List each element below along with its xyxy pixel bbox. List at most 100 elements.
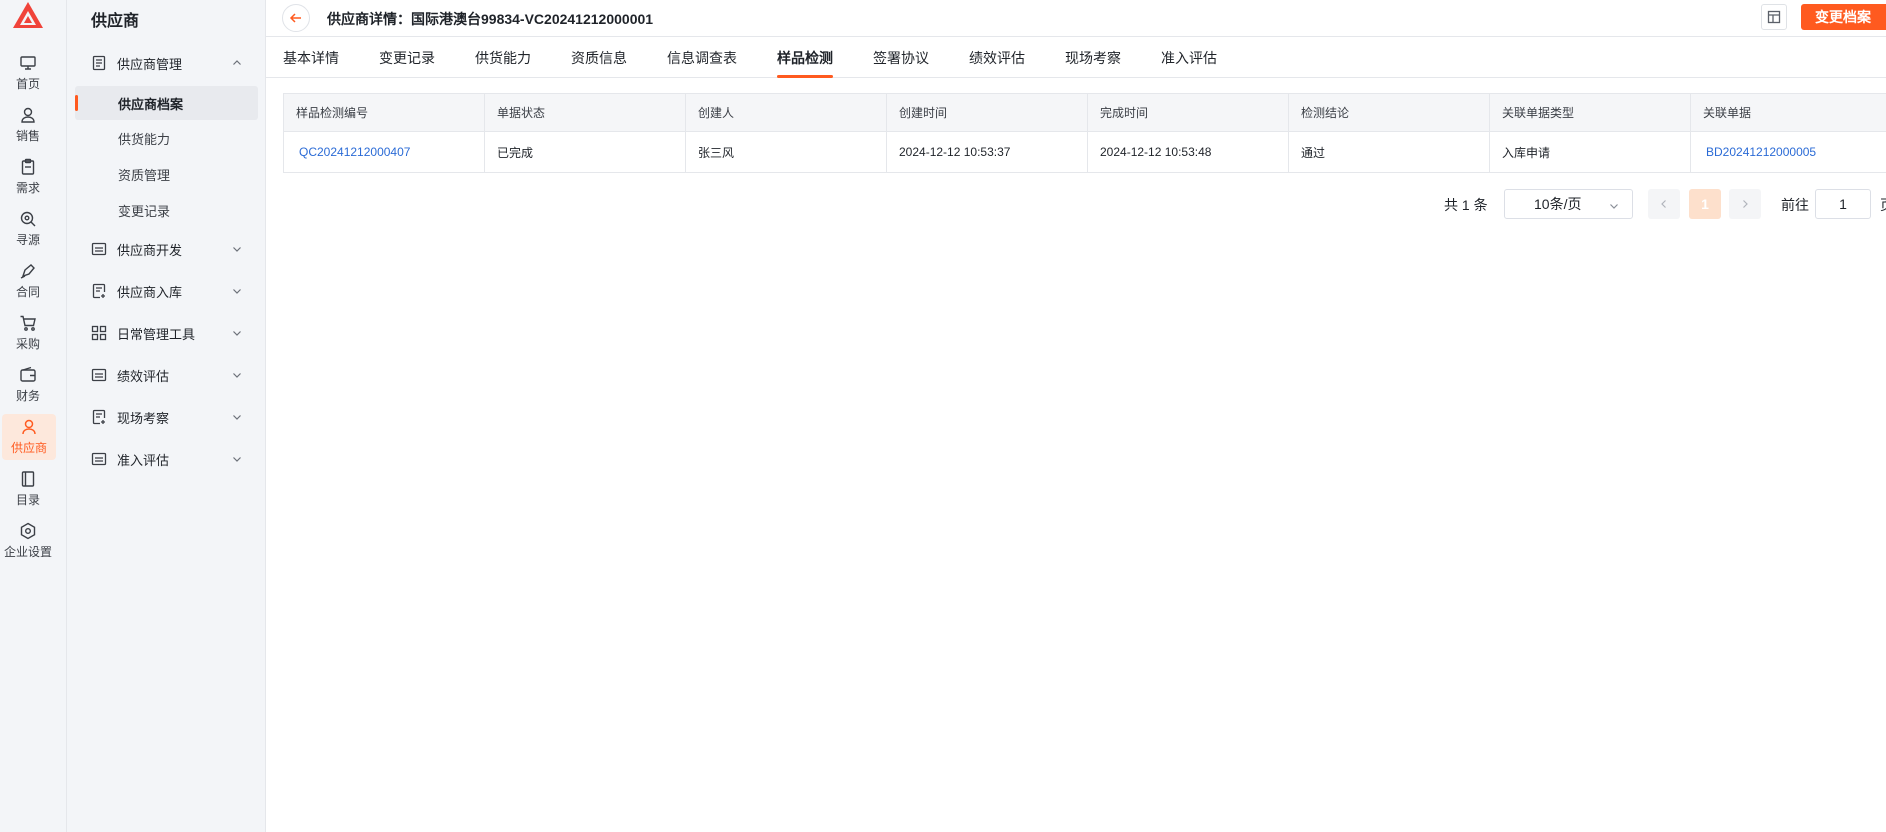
rail-item-contract[interactable]: 合同 [0,258,56,304]
sidebar-group-label: 现场考察 [117,410,170,426]
table-cell: 通过 [1289,132,1490,172]
table-header-cell: 创建人 [686,94,887,131]
pagination-total: 共 1 条 [1444,197,1488,213]
tab-change-record[interactable]: 变更记录 [379,38,435,78]
card-icon [91,452,107,466]
related-document-link[interactable]: BD20241212000005 [1703,145,1816,159]
sidebar-item-supplier-archive[interactable]: 供应商档案 [75,86,258,120]
sidebar-group-performance[interactable]: 绩效评估 [67,360,266,390]
table-cell: QC20241212000407 [284,132,485,172]
table-header-cell: 关联单据类型 [1490,94,1691,131]
cart-icon [20,315,36,331]
table-header-cell: 样品检测编号 [284,94,485,131]
tab-qualification[interactable]: 资质信息 [571,38,627,78]
rail-item-sales[interactable]: 销售 [0,102,56,148]
page-header: 供应商详情：国际港澳台99834-VC20241212000001 变更档案 [266,0,1886,37]
tab-site-inspection[interactable]: 现场考察 [1065,38,1121,78]
tab-supply-capacity[interactable]: 供货能力 [475,38,531,78]
goto-label: 前往 [1781,197,1809,213]
sidebar-group-admission[interactable]: 准入评估 [67,444,266,474]
page-size-value: 10条/页 [1534,196,1582,212]
inspection-number-link[interactable]: QC20241212000407 [296,145,410,159]
table-header-row: 样品检测编号 单据状态 创建人 创建时间 完成时间 检测结论 关联单据类型 关联… [284,94,1886,132]
tab-admission[interactable]: 准入评估 [1161,38,1217,78]
table-cell: BD20241212000005 [1691,132,1886,172]
tab-survey[interactable]: 信息调查表 [667,38,737,78]
change-archive-button[interactable]: 变更档案 [1801,4,1886,30]
sidebar-group-label: 供应商入库 [117,284,183,300]
page-title: 供应商详情：国际港澳台99834-VC20241212000001 [327,11,654,27]
tab-bar: 基本详情 变更记录 供货能力 资质信息 信息调查表 样品检测 签署协议 绩效评估… [266,38,1886,78]
tab-sample-inspection[interactable]: 样品检测 [777,38,833,78]
rail-item-home[interactable]: 首页 [0,50,56,96]
pen-icon [20,264,35,279]
sidebar-group-label: 供应商管理 [117,56,183,72]
sidebar-group-supplier-development[interactable]: 供应商开发 [67,234,266,264]
rail-item-label: 寻源 [15,233,40,247]
sidebar-group-label: 供应商开发 [117,242,183,258]
rail-item-label: 销售 [15,129,40,143]
tab-basic-details[interactable]: 基本详情 [283,38,339,78]
table-header-cell: 单据状态 [485,94,686,131]
sidebar-group-label: 准入评估 [117,452,170,468]
next-page-button[interactable] [1729,189,1761,219]
rail-item-catalog[interactable]: 目录 [0,466,56,512]
sidebar-group-supplier-management[interactable]: 供应商管理 [67,48,266,78]
table-header-cell: 检测结论 [1289,94,1490,131]
chevron-down-icon [233,373,241,378]
chevron-down-icon [233,415,241,420]
page-unit-label: 页 [1880,195,1886,215]
sidebar-group-label: 日常管理工具 [117,326,196,342]
table-header-cell: 完成时间 [1088,94,1289,131]
back-button[interactable] [282,4,310,32]
page-number-button[interactable]: 1 [1689,189,1721,219]
goto-page-input[interactable] [1815,189,1871,219]
sidebar-group-site-inspection[interactable]: 现场考察 [67,402,266,432]
sidebar-item-qualification[interactable]: 资质管理 [75,157,258,191]
rail-item-label: 首页 [15,77,40,91]
tab-agreement[interactable]: 签署协议 [873,38,929,78]
rail-item-finance[interactable]: 财务 [0,362,56,408]
sidebar-item-label: 供货能力 [118,131,171,147]
monitor-icon [20,56,36,70]
grid-icon [91,325,107,341]
table-row: QC20241212000407 已完成 张三风 2024-12-12 10:5… [284,132,1886,172]
page-size-select[interactable]: 10条/页 [1504,189,1633,219]
prev-page-button[interactable] [1648,189,1680,219]
sidebar-group-supplier-onboarding[interactable]: 供应商入库 [67,276,266,306]
sidebar-item-supply-capacity[interactable]: 供货能力 [75,121,258,155]
table-cell: 入库申请 [1490,132,1691,172]
card-icon [91,242,107,256]
rail-item-label: 目录 [15,493,40,507]
hexagon-gear-icon [20,522,36,540]
sidebar: 供应商 供应商管理 供应商档案 供货能力 资质管理 变更记录 供应商开发 供应商… [67,0,266,832]
table-cell: 2024-12-12 10:53:37 [887,132,1088,172]
rail-item-label: 企业设置 [3,545,52,559]
app-root: 首页 销售 需求 寻源 合同 采购 财务 供应商 目录 企业设置 供应商 供应商… [0,0,1886,832]
chevron-right-icon [1743,200,1748,208]
clipboard-icon [21,158,35,175]
layout-toggle-button[interactable] [1761,4,1787,30]
sidebar-title: 供应商 [91,13,140,30]
rail-item-label: 合同 [15,285,40,299]
rail-item-label: 财务 [15,389,40,403]
sidebar-group-daily-tools[interactable]: 日常管理工具 [67,318,266,348]
table-header-cell: 关联单据 [1691,94,1886,131]
rail-item-label: 采购 [15,337,40,351]
tab-performance[interactable]: 绩效评估 [969,38,1025,78]
person-icon [21,107,35,123]
rail-item-purchase[interactable]: 采购 [0,310,56,356]
chevron-up-icon [233,60,241,65]
logo-icon [13,2,43,28]
chevron-down-icon [233,247,241,252]
layout-icon [1767,10,1781,24]
sidebar-item-label: 供应商档案 [118,96,184,112]
rail-item-settings[interactable]: 企业设置 [0,518,56,564]
rail-item-supplier[interactable]: 供应商 [2,414,56,460]
document-list-icon [92,55,106,71]
chevron-down-icon [233,457,241,462]
chevron-down-icon [233,331,241,336]
pagination: 共 1 条 10条/页 1 前往 页 [0,189,1886,219]
chevron-down-icon [233,289,241,294]
chevron-left-icon [1661,200,1666,208]
